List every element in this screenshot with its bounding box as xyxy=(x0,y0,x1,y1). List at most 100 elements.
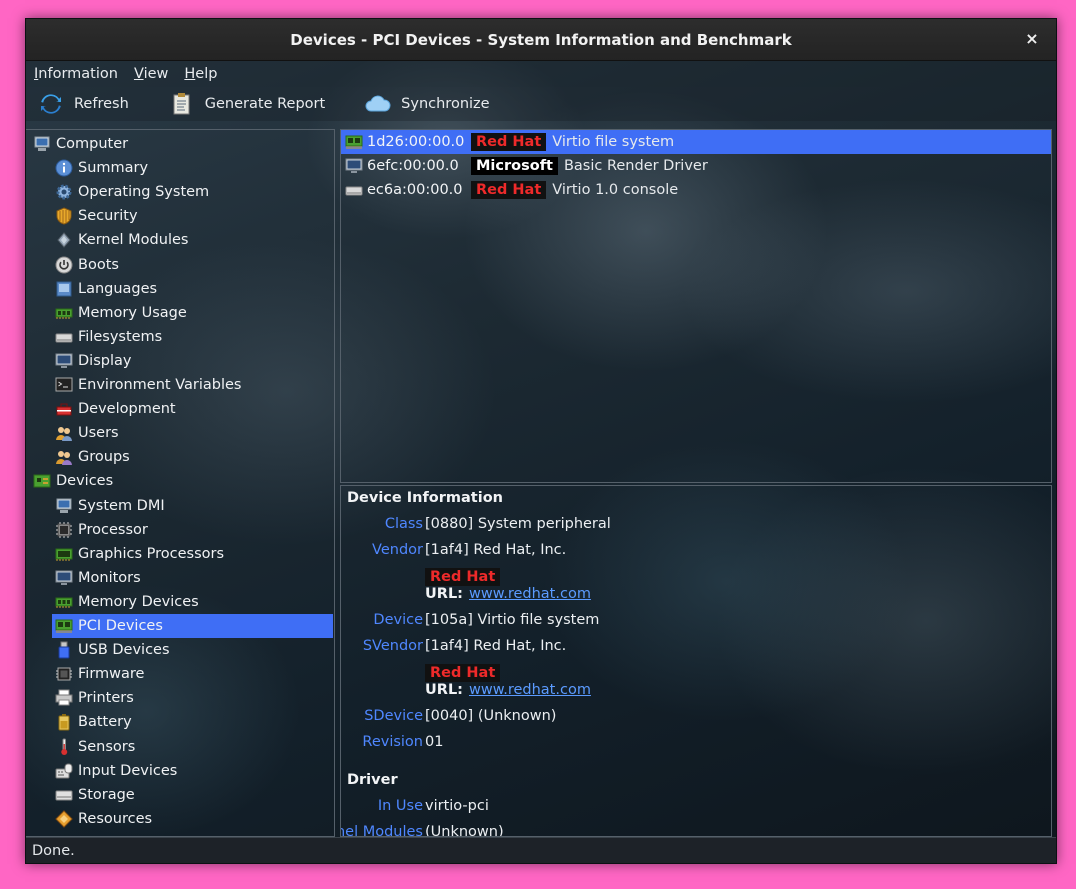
sidebar-item-label: PCI Devices xyxy=(78,618,163,634)
app-window: Devices - PCI Devices - System Informati… xyxy=(25,18,1057,864)
sidebar-item-usb-devices[interactable]: USB Devices xyxy=(26,638,334,662)
vendor-url-link[interactable]: www.redhat.com xyxy=(469,586,591,602)
sidebar-item-resources[interactable]: Resources xyxy=(26,807,334,831)
sidebar-item-label: Display xyxy=(78,352,132,369)
resources-icon xyxy=(53,808,74,829)
shield-icon xyxy=(53,206,74,227)
sidebar-item-label: Monitors xyxy=(78,569,141,586)
gear-icon xyxy=(53,182,74,203)
sidebar-item-storage[interactable]: Storage xyxy=(26,783,334,807)
kernel-modules-value: (Unknown) xyxy=(425,824,504,837)
revision-key: Revision xyxy=(362,734,423,750)
sidebar-item-sensors[interactable]: Sensors xyxy=(26,735,334,759)
main-content: Information View Help Refresh Generate R… xyxy=(26,61,1056,863)
sidebar-item-label: Operating System xyxy=(78,184,210,201)
device-row[interactable]: ec6a:00:00.0 Red Hat Virtio 1.0 console xyxy=(341,178,1051,202)
sdevice-key: SDevice xyxy=(364,708,423,724)
driver-heading: Driver xyxy=(347,772,398,788)
sidebar-item-languages[interactable]: Languages xyxy=(26,277,334,301)
module-icon xyxy=(53,230,74,251)
close-button[interactable]: × xyxy=(1022,29,1042,49)
sidebar-item-memory-usage[interactable]: Memory Usage xyxy=(26,301,334,325)
sidebar-item-environment-variables[interactable]: Environment Variables xyxy=(26,373,334,397)
menu-information[interactable]: Information xyxy=(34,66,118,82)
sidebar-item-label: System DMI xyxy=(78,497,165,514)
title-bar[interactable]: Devices - PCI Devices - System Informati… xyxy=(26,19,1056,61)
sidebar-item-memory-devices[interactable]: Memory Devices xyxy=(26,590,334,614)
sidebar-item-development[interactable]: Development xyxy=(26,397,334,421)
menu-help[interactable]: Help xyxy=(184,66,217,82)
device-address: ec6a:00:00.0 xyxy=(367,182,463,198)
class-key: Class xyxy=(384,516,423,532)
toolbox-icon xyxy=(53,399,74,420)
url-label: URL: xyxy=(425,586,463,602)
vendor-key: Vendor xyxy=(372,542,423,558)
sidebar-item-devices[interactable]: Devices xyxy=(26,469,334,493)
thermometer-icon xyxy=(53,736,74,757)
sidebar-item-printers[interactable]: Printers xyxy=(26,686,334,710)
printer-icon xyxy=(53,688,74,709)
class-value: [0880] System peripheral xyxy=(425,516,611,532)
sidebar-item-groups[interactable]: Groups xyxy=(26,445,334,469)
memory-icon xyxy=(53,591,74,612)
drive-icon xyxy=(53,326,74,347)
vendor-badge-row: Red Hat xyxy=(425,568,501,586)
svendor-url-row: URL: www.redhat.com xyxy=(425,682,591,698)
board-icon xyxy=(31,471,52,492)
sidebar-item-summary[interactable]: Summary xyxy=(26,156,334,180)
sidebar-item-label: Memory Devices xyxy=(78,593,199,610)
sidebar-item-label: Boots xyxy=(78,256,119,273)
sidebar-item-pci-devices[interactable]: PCI Devices xyxy=(52,614,333,638)
sidebar-item-label: Processor xyxy=(78,521,148,538)
svendor-url-link[interactable]: www.redhat.com xyxy=(469,682,591,698)
svendor-key: SVendor xyxy=(362,638,423,654)
sidebar-item-operating-system[interactable]: Operating System xyxy=(26,180,334,204)
sidebar-item-computer[interactable]: Computer xyxy=(26,132,334,156)
sidebar-item-battery[interactable]: Battery xyxy=(26,710,334,734)
device-row[interactable]: 6efc:00:00.0 Microsoft Basic Render Driver xyxy=(341,154,1051,178)
sidebar-item-label: Sensors xyxy=(78,738,136,755)
report-label: Generate Report xyxy=(204,96,326,112)
synchronize-button[interactable]: Synchronize xyxy=(365,91,490,117)
sync-label: Synchronize xyxy=(401,96,490,112)
sidebar-item-label: Graphics Processors xyxy=(78,545,225,562)
vendor-badge: Red Hat xyxy=(471,133,547,151)
chip-icon xyxy=(53,664,74,685)
sidebar-item-label: Filesystems xyxy=(78,328,163,345)
device-list[interactable]: 1d26:00:00.0 Red Hat Virtio file system 6ef… xyxy=(340,129,1052,483)
sidebar-tree[interactable]: Computer Summary Operating System Security K… xyxy=(26,129,335,837)
in-use-key: In Use xyxy=(377,798,423,814)
device-name: Virtio file system xyxy=(552,134,675,150)
sidebar-item-label: Firmware xyxy=(78,666,145,683)
sidebar-item-users[interactable]: Users xyxy=(26,421,334,445)
computer-icon xyxy=(53,495,74,516)
monitor-icon xyxy=(344,156,364,176)
sidebar-item-label: Resources xyxy=(78,810,153,827)
sidebar-item-security[interactable]: Security xyxy=(26,204,334,228)
device-key: Device xyxy=(373,612,423,628)
sidebar-item-label: Users xyxy=(78,425,119,442)
sidebar-item-display[interactable]: Display xyxy=(26,349,334,373)
sidebar-item-firmware[interactable]: Firmware xyxy=(26,662,334,686)
report-icon xyxy=(169,91,195,117)
sidebar-item-boots[interactable]: Boots xyxy=(26,253,334,277)
device-row[interactable]: 1d26:00:00.0 Red Hat Virtio file system xyxy=(341,130,1051,154)
device-address: 1d26:00:00.0 xyxy=(367,134,465,150)
sidebar-item-filesystems[interactable]: Filesystems xyxy=(26,325,334,349)
sidebar-item-system-dmi[interactable]: System DMI xyxy=(26,494,334,518)
vendor-value: [1af4] Red Hat, Inc. xyxy=(425,542,567,558)
generate-report-button[interactable]: Generate Report xyxy=(169,91,325,117)
gpu-icon xyxy=(53,543,74,564)
menu-view[interactable]: View xyxy=(134,66,168,82)
sidebar-item-kernel-modules[interactable]: Kernel Modules xyxy=(26,228,334,252)
usb-icon xyxy=(53,640,74,661)
sidebar-item-label: Memory Usage xyxy=(78,304,187,321)
in-use-value: virtio-pci xyxy=(425,798,489,814)
sidebar-item-input-devices[interactable]: Input Devices xyxy=(26,759,334,783)
kernel-modules-key: Kernel Modules xyxy=(341,824,423,837)
refresh-button[interactable]: Refresh xyxy=(38,91,129,117)
sidebar-item-processor[interactable]: Processor xyxy=(26,518,334,542)
sidebar-item-monitors[interactable]: Monitors xyxy=(26,566,334,590)
sidebar-item-graphics-processors[interactable]: Graphics Processors xyxy=(26,542,334,566)
users-icon xyxy=(53,423,74,444)
